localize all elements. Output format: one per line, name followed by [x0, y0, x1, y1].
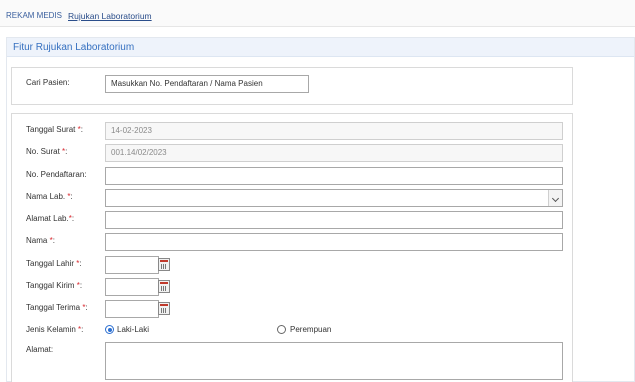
alamat-textarea[interactable]: [105, 342, 563, 380]
tanggal-terima-field[interactable]: [105, 300, 159, 318]
breadcrumb-rekam-medis[interactable]: REKAM MEDIS: [6, 11, 62, 20]
panel-title: Fitur Rujukan Laboratorium: [13, 42, 135, 53]
nama-field[interactable]: [105, 233, 563, 251]
tanggal-surat-label: Tanggal Surat *:: [26, 125, 83, 134]
panel-header: Fitur Rujukan Laboratorium: [7, 38, 634, 57]
no-pendaftaran-label: No. Pendaftaran:: [26, 170, 87, 179]
radio-laki-laki[interactable]: [105, 325, 114, 334]
tanggal-surat-field[interactable]: 14-02-2023: [105, 122, 563, 140]
nama-lab-select[interactable]: [105, 189, 563, 207]
tanggal-kirim-field[interactable]: [105, 278, 159, 296]
top-bar: REKAM MEDIS Rujukan Laboratorium: [0, 0, 635, 27]
no-surat-label: No. Surat *:: [26, 147, 68, 156]
jenis-kelamin-label: Jenis Kelamin *:: [26, 325, 84, 334]
radio-laki-laki-label[interactable]: Laki-Laki: [117, 325, 149, 334]
nama-lab-label: Nama Lab. *:: [26, 192, 73, 201]
calendar-icon[interactable]: [158, 302, 170, 315]
nama-label: Nama *:: [26, 236, 55, 245]
no-pendaftaran-field[interactable]: [105, 167, 563, 185]
radio-perempuan[interactable]: [277, 325, 286, 334]
search-patient-input[interactable]: Masukkan No. Pendaftaran / Nama Pasien: [105, 75, 309, 93]
breadcrumb-rujukan-laboratorium[interactable]: Rujukan Laboratorium: [68, 11, 152, 21]
search-label: Cari Pasien:: [26, 78, 70, 87]
chevron-down-icon[interactable]: [548, 190, 562, 206]
alamat-label: Alamat:: [26, 345, 54, 354]
tanggal-kirim-label: Tanggal Kirim *:: [26, 281, 83, 290]
radio-perempuan-label[interactable]: Perempuan: [290, 325, 331, 334]
tanggal-lahir-field[interactable]: [105, 256, 159, 274]
calendar-icon[interactable]: [158, 258, 170, 271]
tanggal-lahir-label: Tanggal Lahir *:: [26, 259, 82, 268]
calendar-icon[interactable]: [158, 280, 170, 293]
alamat-lab-label: Alamat Lab.*:: [26, 214, 75, 223]
no-surat-field[interactable]: 001.14/02/2023: [105, 144, 563, 162]
tanggal-terima-label: Tanggal Terima *:: [26, 303, 88, 312]
alamat-lab-field[interactable]: [105, 211, 563, 229]
